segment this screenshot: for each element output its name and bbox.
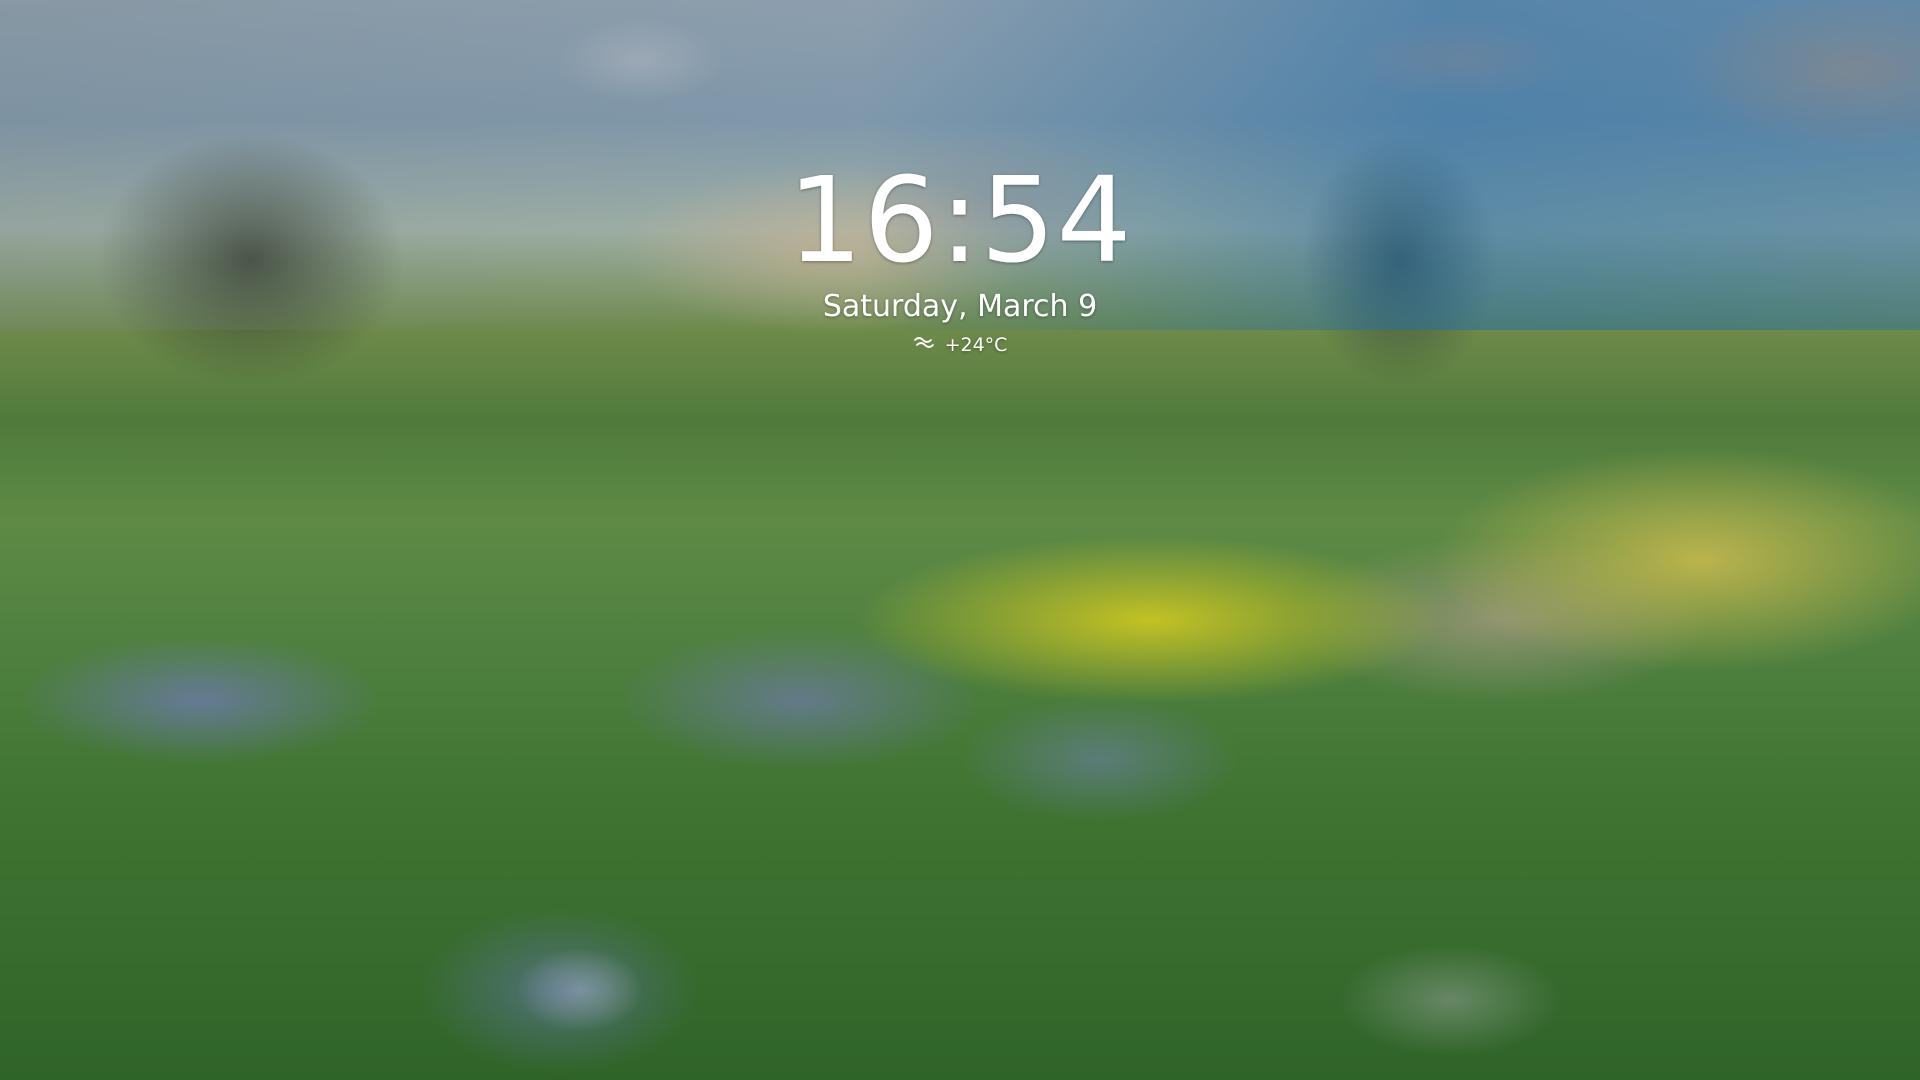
weather-temperature: +24°C bbox=[944, 334, 1008, 356]
clock-time: 16:54 bbox=[787, 151, 1133, 289]
fog-icon bbox=[913, 331, 935, 359]
lock-screen: 16:54 Saturday, March 9 +24°C bbox=[0, 0, 1920, 1080]
lock-info: 16:54 Saturday, March 9 +24°C bbox=[0, 155, 1920, 359]
weather-widget: +24°C bbox=[913, 331, 1008, 359]
clock-date: Saturday, March 9 bbox=[822, 289, 1098, 324]
